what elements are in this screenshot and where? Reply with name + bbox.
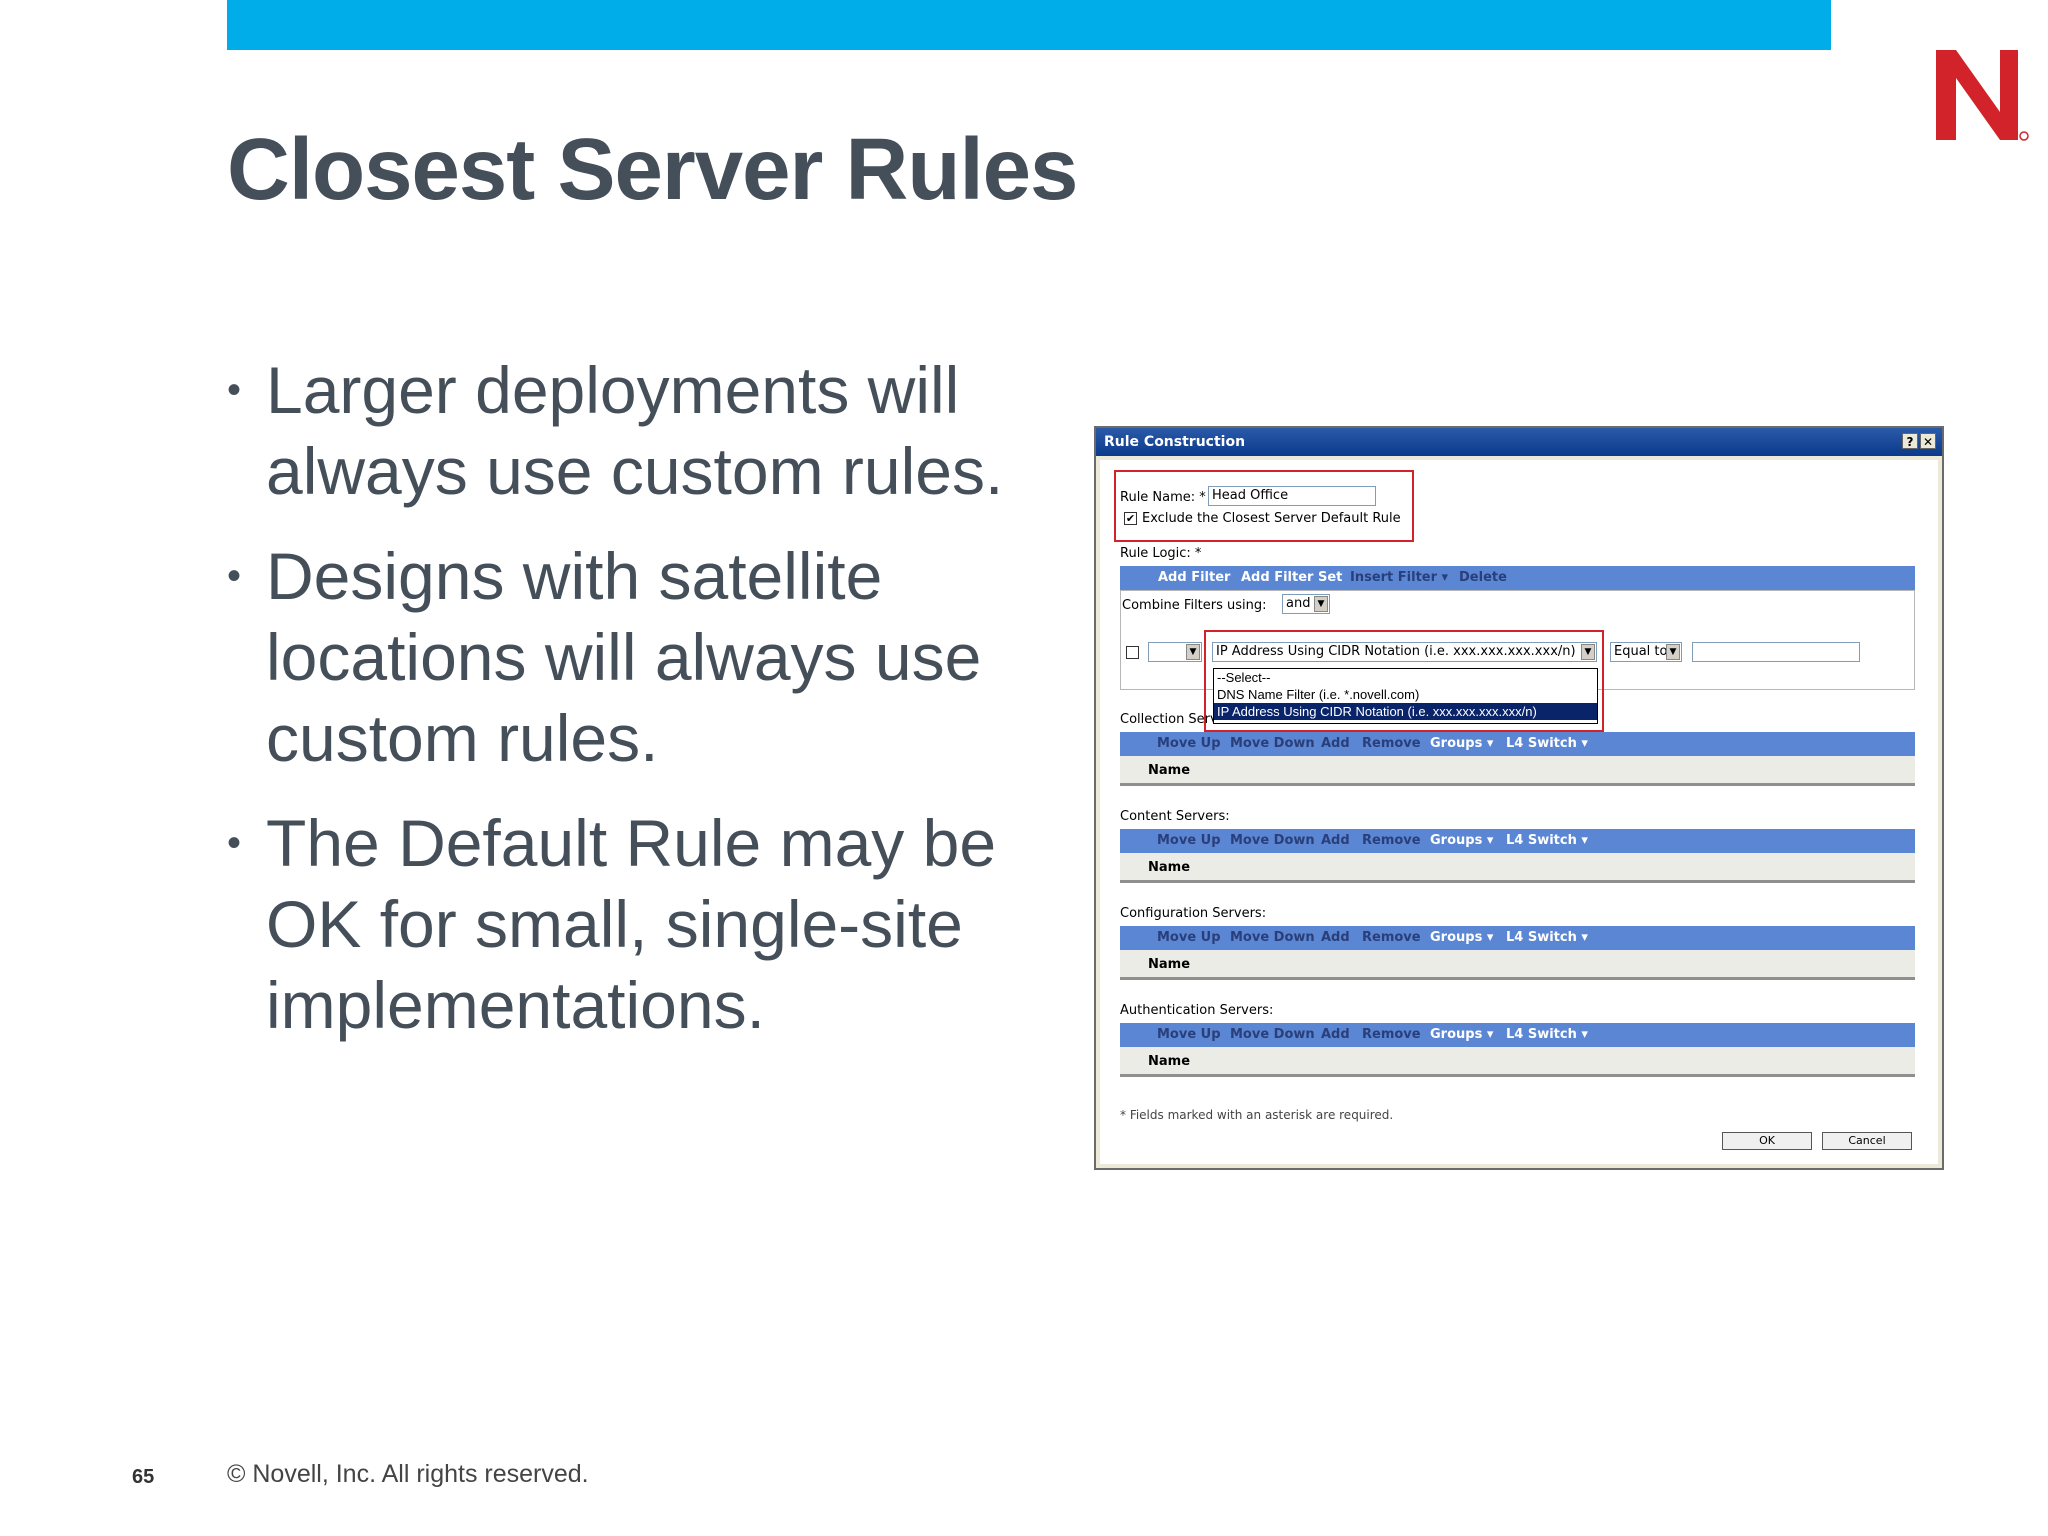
rule-name-highlight — [1114, 470, 1414, 542]
operator-value: Equal to — [1614, 644, 1668, 659]
dropdown-arrow-icon: ▼ — [1581, 644, 1595, 660]
authentication-servers-toolbar: Move Up Move Down Add Remove Groups ▾ L4… — [1120, 1023, 1915, 1047]
move-down-button[interactable]: Move Down — [1230, 926, 1315, 950]
insert-filter-button[interactable]: Insert Filter ▾ — [1350, 566, 1448, 590]
dropdown-arrow-icon: ▼ — [1666, 644, 1680, 660]
bullet-text: Designs with satellite locations will al… — [266, 539, 982, 775]
section-label: Authentication Servers: — [1120, 1003, 1274, 1018]
move-up-button[interactable]: Move Up — [1157, 926, 1221, 950]
collection-servers-header: Name — [1120, 756, 1915, 786]
bullet-text: Larger deployments will always use custo… — [266, 353, 1004, 508]
section-label: Configuration Servers: — [1120, 906, 1267, 921]
bullet-dot: • — [227, 368, 242, 412]
dialog-body: Rule Name: * Head Office ✔ Exclude the C… — [1100, 460, 1938, 1164]
name-column-header[interactable]: Name — [1148, 763, 1190, 778]
dropdown-arrow-icon: ▼ — [1186, 644, 1200, 660]
dialog-window-controls: ? ✕ — [1902, 433, 1936, 449]
top-accent-bar — [227, 0, 1831, 50]
filter-type-value: IP Address Using CIDR Notation (i.e. xxx… — [1216, 644, 1576, 659]
dialog-title: Rule Construction — [1104, 434, 1246, 450]
dropdown-option[interactable]: DNS Name Filter (i.e. *.novell.com) — [1214, 686, 1597, 703]
groups-menu-button[interactable]: Groups ▾ — [1430, 1023, 1493, 1047]
remove-server-button[interactable]: Remove — [1362, 732, 1421, 756]
l4-switch-menu-button[interactable]: L4 Switch ▾ — [1506, 926, 1588, 950]
name-column-header[interactable]: Name — [1148, 1054, 1190, 1069]
remove-server-button[interactable]: Remove — [1362, 1023, 1421, 1047]
move-down-button[interactable]: Move Down — [1230, 829, 1315, 853]
content-servers-toolbar: Move Up Move Down Add Remove Groups ▾ L4… — [1120, 829, 1915, 853]
slide-title: Closest Server Rules — [227, 121, 1078, 218]
combine-filters-select[interactable]: and ▼ — [1282, 594, 1330, 614]
content-servers-header: Name — [1120, 853, 1915, 883]
configuration-servers-toolbar: Move Up Move Down Add Remove Groups ▾ L4… — [1120, 926, 1915, 950]
exclude-default-checkbox[interactable]: ✔ — [1124, 512, 1137, 525]
dropdown-option-selected[interactable]: IP Address Using CIDR Notation (i.e. xxx… — [1214, 703, 1597, 720]
novell-logo-icon — [1936, 50, 2029, 141]
move-down-button[interactable]: Move Down — [1230, 1023, 1315, 1047]
add-filter-button[interactable]: Add Filter — [1158, 566, 1230, 590]
copyright-footer: © Novell, Inc. All rights reserved. — [227, 1460, 589, 1488]
name-column-header[interactable]: Name — [1148, 957, 1190, 972]
filter-type-select[interactable]: IP Address Using CIDR Notation (i.e. xxx… — [1212, 642, 1597, 662]
exclude-default-label: Exclude the Closest Server Default Rule — [1142, 511, 1401, 526]
rule-name-label: Rule Name: * — [1120, 490, 1206, 505]
rule-logic-label: Rule Logic: * — [1120, 546, 1202, 561]
add-server-button[interactable]: Add — [1321, 829, 1350, 853]
help-icon[interactable]: ? — [1902, 433, 1918, 449]
bullet-item: • Designs with satellite locations will a… — [227, 536, 1067, 779]
l4-switch-menu-button[interactable]: L4 Switch ▾ — [1506, 1023, 1588, 1047]
combine-filters-label: Combine Filters using: — [1122, 598, 1267, 613]
bullet-item: • Larger deployments will always use cust… — [227, 350, 1067, 512]
add-server-button[interactable]: Add — [1321, 1023, 1350, 1047]
move-up-button[interactable]: Move Up — [1157, 829, 1221, 853]
dialog-titlebar: Rule Construction ? ✕ — [1096, 428, 1942, 456]
bullet-list: • Larger deployments will always use cust… — [227, 350, 1067, 1070]
page-number: 65 — [132, 1466, 155, 1488]
bullet-dot: • — [227, 821, 242, 865]
combine-filters-value: and — [1286, 596, 1311, 611]
move-up-button[interactable]: Move Up — [1157, 1023, 1221, 1047]
delete-filter-button[interactable]: Delete — [1459, 566, 1507, 590]
remove-server-button[interactable]: Remove — [1362, 926, 1421, 950]
add-server-button[interactable]: Add — [1321, 926, 1350, 950]
collection-servers-toolbar: Move Up Move Down Add Remove Groups ▾ L4… — [1120, 732, 1915, 756]
bullet-item: • The Default Rule may be OK for small, s… — [227, 803, 1067, 1046]
move-up-button[interactable]: Move Up — [1157, 732, 1221, 756]
remove-server-button[interactable]: Remove — [1362, 829, 1421, 853]
dropdown-option[interactable]: --Select-- — [1214, 669, 1597, 686]
filter-value-input[interactable] — [1692, 642, 1860, 662]
rule-construction-dialog: Rule Construction ? ✕ Rule Name: * Head … — [1094, 426, 1944, 1170]
section-label: Content Servers: — [1120, 809, 1230, 824]
configuration-servers-header: Name — [1120, 950, 1915, 980]
groups-menu-button[interactable]: Groups ▾ — [1430, 926, 1493, 950]
filter-type-dropdown-list: --Select-- DNS Name Filter (i.e. *.novel… — [1213, 668, 1598, 724]
ok-button[interactable]: OK — [1722, 1132, 1812, 1150]
dropdown-arrow-icon: ▼ — [1314, 596, 1328, 612]
filter-row-checkbox[interactable] — [1126, 646, 1139, 659]
groups-menu-button[interactable]: Groups ▾ — [1430, 732, 1493, 756]
rule-name-input[interactable]: Head Office — [1208, 486, 1376, 506]
operator-select[interactable]: Equal to ▼ — [1610, 642, 1682, 662]
bullet-text: The Default Rule may be OK for small, si… — [266, 806, 997, 1042]
add-server-button[interactable]: Add — [1321, 732, 1350, 756]
cancel-button[interactable]: Cancel — [1822, 1132, 1912, 1150]
groups-menu-button[interactable]: Groups ▾ — [1430, 829, 1493, 853]
name-column-header[interactable]: Name — [1148, 860, 1190, 875]
filter-group-select[interactable]: ▼ — [1148, 642, 1202, 662]
close-icon[interactable]: ✕ — [1920, 433, 1936, 449]
authentication-servers-header: Name — [1120, 1047, 1915, 1077]
l4-switch-menu-button[interactable]: L4 Switch ▾ — [1506, 732, 1588, 756]
add-filter-set-button[interactable]: Add Filter Set — [1241, 566, 1342, 590]
l4-switch-menu-button[interactable]: L4 Switch ▾ — [1506, 829, 1588, 853]
move-down-button[interactable]: Move Down — [1230, 732, 1315, 756]
rule-logic-toolbar: Add Filter Add Filter Set Insert Filter … — [1120, 566, 1915, 590]
bullet-dot: • — [227, 554, 242, 598]
required-fields-note: * Fields marked with an asterisk are req… — [1120, 1108, 1394, 1122]
